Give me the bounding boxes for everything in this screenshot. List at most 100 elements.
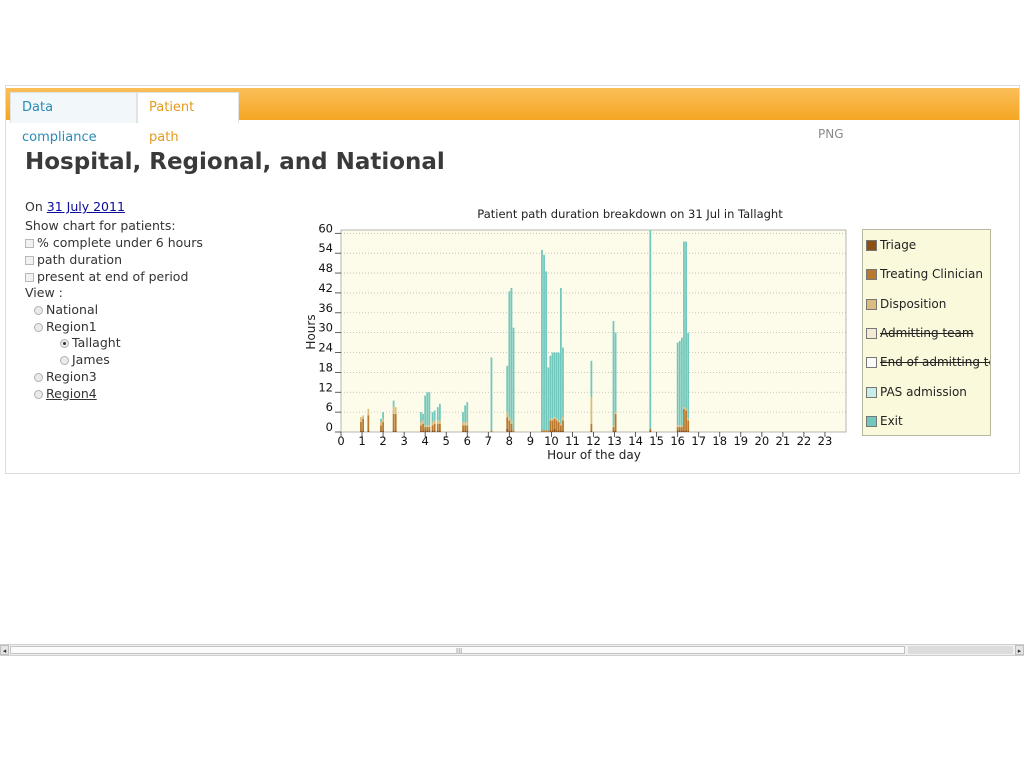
option-complete-under-6h[interactable]: % complete under 6 hours: [25, 234, 203, 251]
bar-segment: [439, 430, 441, 432]
tab-data-compliance[interactable]: Data compliance: [10, 92, 137, 145]
bar-segment: [555, 420, 558, 431]
bar-segment: [551, 418, 554, 421]
bar-segment: [683, 241, 685, 408]
radio[interactable]: [34, 306, 43, 315]
bar-segment: [382, 422, 384, 431]
legend-swatch: [866, 240, 877, 251]
bar-segment: [392, 407, 395, 414]
bar-segment: [678, 427, 681, 431]
bar-segment: [439, 403, 441, 421]
bar-segment: [612, 425, 615, 428]
scroll-track[interactable]: [908, 646, 1013, 654]
legend-swatch: [866, 269, 877, 281]
scroll-left-arrow[interactable]: ◂: [0, 645, 9, 655]
x-tick-label: 15: [649, 434, 664, 448]
bar-segment: [420, 425, 422, 431]
bar-segment: [436, 407, 439, 421]
radio[interactable]: [34, 323, 43, 332]
view-james[interactable]: James: [60, 351, 110, 368]
png-export-link[interactable]: PNG: [818, 127, 844, 141]
bar-segment: [557, 420, 560, 423]
patient-path-chart: Patient path duration breakdown on 31 Ju…: [304, 207, 847, 462]
bar-segment: [555, 352, 558, 419]
y-tick-label: 18: [318, 360, 333, 374]
bar-segment: [380, 425, 382, 431]
view-region1[interactable]: Region1: [34, 318, 97, 335]
bar-segment: [508, 430, 511, 432]
horizontal-scrollbar[interactable]: ◂ III ▸: [0, 644, 1024, 656]
radio[interactable]: [34, 390, 43, 399]
bar-segment: [464, 430, 467, 432]
date-link[interactable]: 31 July 2011: [47, 199, 125, 214]
bar-segment: [382, 430, 384, 432]
x-tick-label: 21: [776, 434, 791, 448]
x-tick-label: 9: [527, 434, 534, 448]
bar-segment: [360, 417, 362, 423]
legend-item-admitting-team[interactable]: Admitting team: [866, 325, 974, 341]
radio[interactable]: [60, 356, 69, 365]
legend-swatch: [866, 327, 877, 339]
x-tick-label: 5: [443, 434, 450, 448]
bar-segment: [506, 412, 509, 418]
legend-swatch: [866, 415, 877, 427]
legend-item-pas-admission[interactable]: PAS admission: [866, 384, 967, 400]
bar-segment: [424, 395, 427, 426]
view-tallaght[interactable]: Tallaght: [60, 334, 121, 351]
bar-segment: [439, 420, 441, 424]
bar-segment: [551, 430, 554, 432]
bar-segment: [687, 430, 690, 432]
bar-segment: [466, 422, 469, 426]
y-tick-label: 60: [318, 221, 333, 235]
bar-segment: [559, 425, 562, 431]
legend-label: Admitting team: [880, 325, 974, 340]
legend-item-treating-clinician[interactable]: Treating Clinician: [866, 266, 983, 282]
radio[interactable]: [34, 373, 43, 382]
y-tick-label: 48: [318, 261, 333, 275]
checkbox[interactable]: [25, 273, 34, 282]
bar-segment: [559, 423, 562, 426]
bar-segment: [680, 337, 683, 426]
bar-segment: [510, 420, 513, 424]
bar-segment: [392, 400, 395, 408]
bar-segment: [553, 417, 556, 419]
x-tick-label: 17: [691, 434, 706, 448]
bar-segment: [687, 420, 690, 431]
bar-segment: [431, 422, 434, 426]
bar-segment: [367, 430, 370, 432]
view-region4[interactable]: Region4: [34, 385, 97, 402]
legend-item-end-of-admitting-team[interactable]: End of admitting team: [866, 354, 990, 370]
x-tick-label: 16: [670, 434, 685, 448]
scroll-right-arrow[interactable]: ▸: [1015, 645, 1024, 655]
bar-segment: [420, 422, 422, 426]
x-tick-label: 8: [506, 434, 513, 448]
chart-xlabel: Hour of the day: [547, 448, 641, 462]
bar-segment: [549, 420, 552, 431]
radio-selected[interactable]: [60, 339, 69, 348]
y-tick-label: 36: [318, 301, 333, 315]
bar-segment: [551, 352, 554, 419]
bar-segment: [422, 430, 424, 432]
bar-segment: [506, 428, 509, 432]
checkbox[interactable]: [25, 256, 34, 265]
bar-segment: [424, 425, 427, 428]
y-tick-label: 6: [326, 400, 333, 414]
scroll-thumb[interactable]: III: [10, 646, 905, 655]
tab-patient-path[interactable]: Patient path: [137, 92, 239, 145]
bar-segment: [426, 430, 429, 432]
checkbox[interactable]: [25, 239, 34, 248]
view-region3[interactable]: Region3: [34, 368, 97, 385]
bar-segment: [545, 271, 548, 431]
legend-item-triage[interactable]: Triage: [866, 237, 916, 253]
x-tick-label: 0: [337, 434, 344, 448]
option-path-duration[interactable]: path duration: [25, 251, 122, 268]
legend-item-exit[interactable]: Exit: [866, 413, 903, 429]
bar-segment: [428, 425, 431, 428]
bar-segment: [367, 408, 370, 416]
view-national[interactable]: National: [34, 301, 98, 318]
x-tick-label: 2: [379, 434, 386, 448]
legend-item-disposition[interactable]: Disposition: [866, 296, 946, 312]
option-present-end-period[interactable]: present at end of period: [25, 268, 188, 285]
bar-segment: [676, 342, 679, 426]
legend-label: Exit: [880, 413, 903, 428]
